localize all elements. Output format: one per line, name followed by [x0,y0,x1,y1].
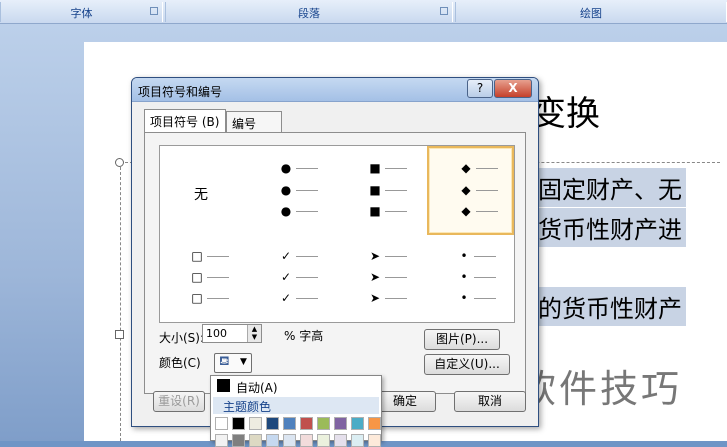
slide-body-line[interactable]: 的货币性财产 [534,287,686,326]
slide-body-line[interactable]: 固定财产、无 [534,168,686,207]
tab-numbering[interactable]: 编号 (N) [226,111,282,146]
checkmark-bullet-icon: ✓ [280,249,292,263]
chevron-down-icon: ▼ [240,357,247,367]
dialog-launcher-icon[interactable] [440,7,448,15]
color-swatch[interactable] [266,417,279,430]
color-swatch[interactable] [300,417,313,430]
hollow-square-bullet-icon: □ [191,270,203,284]
bullet-none-label: 无 [194,187,208,203]
small-dot-bullet-icon: • [460,291,468,305]
dialog-titlebar: 项目符号和编号 ? X [132,78,538,102]
color-label: 颜色(C) [159,356,201,370]
color-picker-button[interactable]: ⛾ ▼ [214,353,252,373]
color-swatch[interactable] [249,417,262,430]
color-swatch[interactable] [232,417,245,430]
bullet-option-filled-circle[interactable]: ● ● ● [249,146,336,235]
bullet-option-none[interactable]: 无 [160,146,247,235]
auto-color-swatch [217,379,230,392]
dialog-launcher-icon[interactable] [150,7,158,15]
color-swatch[interactable] [215,417,228,430]
ok-button[interactable]: 确定 [374,391,436,412]
filled-square-bullet-icon: ■ [369,183,381,197]
size-stepper[interactable]: 100 ▲ ▼ [202,324,262,343]
bullet-option-filled-square[interactable]: ■ ■ ■ [338,146,425,235]
bullet-gallery: 无 ● ● ● ■ ■ ■ ◆ ◆ ◆ □ □ □ ✓ ✓ ✓ ➤ ➤ ➤ • … [159,145,515,323]
diamond-bullet-icon: ◆ [461,204,471,218]
tab-bullets[interactable]: 项目符号 (B) [144,109,226,132]
close-icon: X [508,81,518,95]
filled-circle-bullet-icon: ● [280,183,292,197]
auto-color-option[interactable]: 自动(A) [213,378,379,395]
checkmark-bullet-icon: ✓ [280,270,292,284]
auto-color-label: 自动(A) [236,381,278,395]
color-swatch[interactable] [317,417,330,430]
slide-title-text[interactable]: 变换 [532,86,600,135]
bullet-option-diamond[interactable]: ◆ ◆ ◆ [427,146,514,235]
watermark: 软件技巧 [510,334,727,441]
ribbon-group-drawing-label: 绘图 [580,7,602,20]
theme-colors-header: 主题颜色 [213,397,379,414]
watermark-text: 软件技巧 [518,367,683,411]
ribbon-group-font: 字体 [0,2,163,22]
size-value: 100 [206,327,227,340]
hollow-square-bullet-icon: □ [191,249,203,263]
ribbon-group-font-label: 字体 [70,7,93,20]
cancel-button[interactable]: 取消 [454,391,526,412]
paint-bucket-icon: ⛾ [219,354,230,369]
filled-square-bullet-icon: ■ [369,204,381,218]
color-swatch[interactable] [368,417,381,430]
size-unit-label: % 字高 [284,329,324,343]
dialog-title: 项目符号和编号 [138,85,223,99]
color-dropdown: 自动(A) 主题颜色 [210,375,382,447]
hollow-square-bullet-icon: □ [191,291,203,305]
filled-square-bullet-icon: ■ [369,161,381,175]
arrow-bullet-icon: ➤ [369,249,381,263]
arrow-bullet-icon: ➤ [369,270,381,284]
checkmark-bullet-icon: ✓ [280,291,292,305]
picture-button[interactable]: 图片(P)... [424,329,500,350]
small-dot-bullet-icon: • [460,270,468,284]
bullet-option-hollow-square[interactable]: □ □ □ [160,235,247,324]
size-label: 大小(S): [159,331,205,345]
filled-circle-bullet-icon: ● [280,161,292,175]
color-swatch[interactable] [283,417,296,430]
filled-circle-bullet-icon: ● [280,204,292,218]
diamond-bullet-icon: ◆ [461,161,471,175]
ribbon-group-paragraph-label: 段落 [298,7,320,20]
bullet-option-small-dot[interactable]: • • • [427,235,514,324]
resize-handle-icon[interactable] [115,158,124,167]
ribbon: 字体 段落 绘图 [0,0,727,24]
ribbon-group-drawing: 绘图 [455,2,727,22]
help-icon: ? [476,81,484,95]
arrow-bullet-icon: ➤ [369,291,381,305]
custom-button[interactable]: 自定义(U)... [424,354,510,375]
reset-button[interactable]: 重设(R) [153,391,205,412]
close-button[interactable]: X [494,79,532,98]
help-button[interactable]: ? [467,79,493,98]
bullet-option-arrow[interactable]: ➤ ➤ ➤ [338,235,425,324]
slide-body-line[interactable]: 货币性财产进 [534,208,686,247]
color-swatch[interactable] [334,417,347,430]
bullet-option-checkmark[interactable]: ✓ ✓ ✓ [249,235,336,324]
ribbon-group-paragraph: 段落 [165,2,453,22]
spin-arrows-icon[interactable]: ▲ ▼ [247,325,261,342]
color-swatch[interactable] [351,417,364,430]
resize-handle-icon[interactable] [115,330,124,339]
small-dot-bullet-icon: • [460,249,468,263]
diamond-bullet-icon: ◆ [461,183,471,197]
